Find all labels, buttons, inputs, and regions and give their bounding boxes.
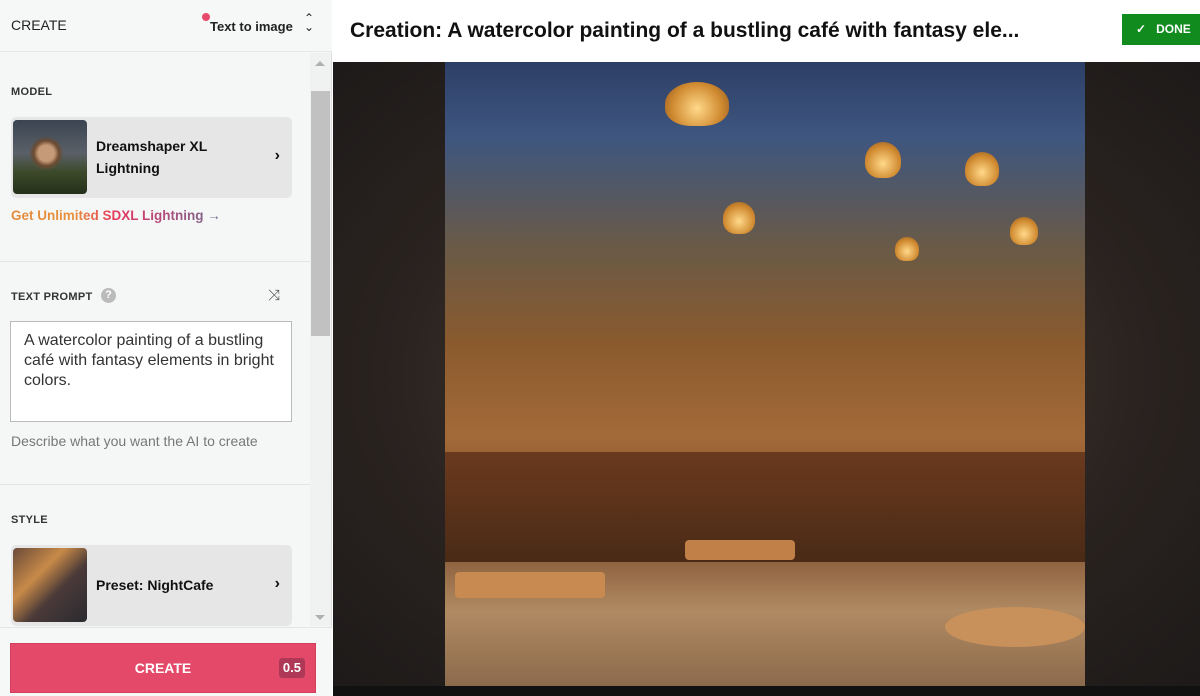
- table: [455, 572, 605, 598]
- lamp: [865, 142, 901, 178]
- text-prompt-input[interactable]: A watercolor painting of a bustling café…: [10, 321, 292, 422]
- sdxl-promo-link[interactable]: Get Unlimited SDXL Lightning →: [11, 208, 221, 223]
- chevron-up-down-icon[interactable]: ⌃ ⌄: [304, 12, 314, 33]
- chevron-right-icon: ›: [274, 147, 280, 164]
- lamp: [1010, 217, 1038, 245]
- creation-header: Creation: A watercolor painting of a bus…: [333, 0, 1200, 62]
- prompt-hint: Describe what you want the AI to create: [11, 433, 258, 449]
- sidebar-scrollbar[interactable]: [310, 53, 331, 626]
- scrollbar-thumb[interactable]: [311, 91, 330, 336]
- sidebar-title: CREATE: [11, 17, 67, 33]
- shuffle-icon[interactable]: ⤨: [268, 287, 280, 304]
- check-icon: ✓: [1136, 22, 1147, 36]
- model-name: Dreamshaper XL Lightning: [96, 135, 207, 179]
- chevron-right-icon: ›: [274, 575, 280, 592]
- table: [945, 607, 1085, 647]
- question-icon[interactable]: ?: [101, 288, 116, 303]
- create-button-label: CREATE: [134, 660, 192, 676]
- model-selector[interactable]: Dreamshaper XL Lightning ›: [11, 117, 292, 198]
- model-section-title: MODEL: [11, 86, 53, 98]
- notification-dot: [202, 13, 210, 21]
- scroll-down-icon[interactable]: [315, 615, 325, 620]
- table: [685, 540, 795, 560]
- style-name: Preset: NightCafe: [96, 577, 214, 593]
- done-button[interactable]: ✓ DONE: [1122, 14, 1200, 45]
- create-button[interactable]: CREATE 0.5: [10, 643, 316, 693]
- lamp: [665, 82, 729, 126]
- lamp: [895, 237, 919, 261]
- create-sidebar: CREATE Text to image ⌃ ⌄ MODEL Dreamshape…: [0, 0, 332, 696]
- credit-cost-badge: 0.5: [278, 658, 305, 678]
- style-thumbnail: [13, 548, 87, 622]
- lamp: [723, 202, 755, 234]
- lamp: [965, 152, 999, 186]
- style-section-title: STYLE: [11, 514, 48, 526]
- model-thumbnail: [13, 120, 87, 194]
- sidebar-header: CREATE Text to image ⌃ ⌄: [0, 0, 332, 52]
- divider: [0, 261, 310, 262]
- style-selector[interactable]: Preset: NightCafe ›: [11, 545, 292, 626]
- scroll-up-icon[interactable]: [315, 61, 325, 66]
- divider: [0, 484, 310, 485]
- model-name-line1: Dreamshaper XL: [96, 138, 208, 154]
- mode-selector[interactable]: Text to image: [210, 19, 293, 34]
- generated-image[interactable]: [445, 62, 1085, 686]
- sidebar-footer: CREATE 0.5: [0, 627, 332, 696]
- image-viewer: [333, 62, 1200, 686]
- viewer-bottom-bar: [333, 686, 1200, 696]
- model-name-line2: Lightning: [96, 160, 160, 176]
- done-label: DONE: [1156, 22, 1191, 36]
- prompt-section-title: TEXT PROMPT: [11, 291, 93, 303]
- creation-title: Creation: A watercolor painting of a bus…: [350, 19, 1020, 42]
